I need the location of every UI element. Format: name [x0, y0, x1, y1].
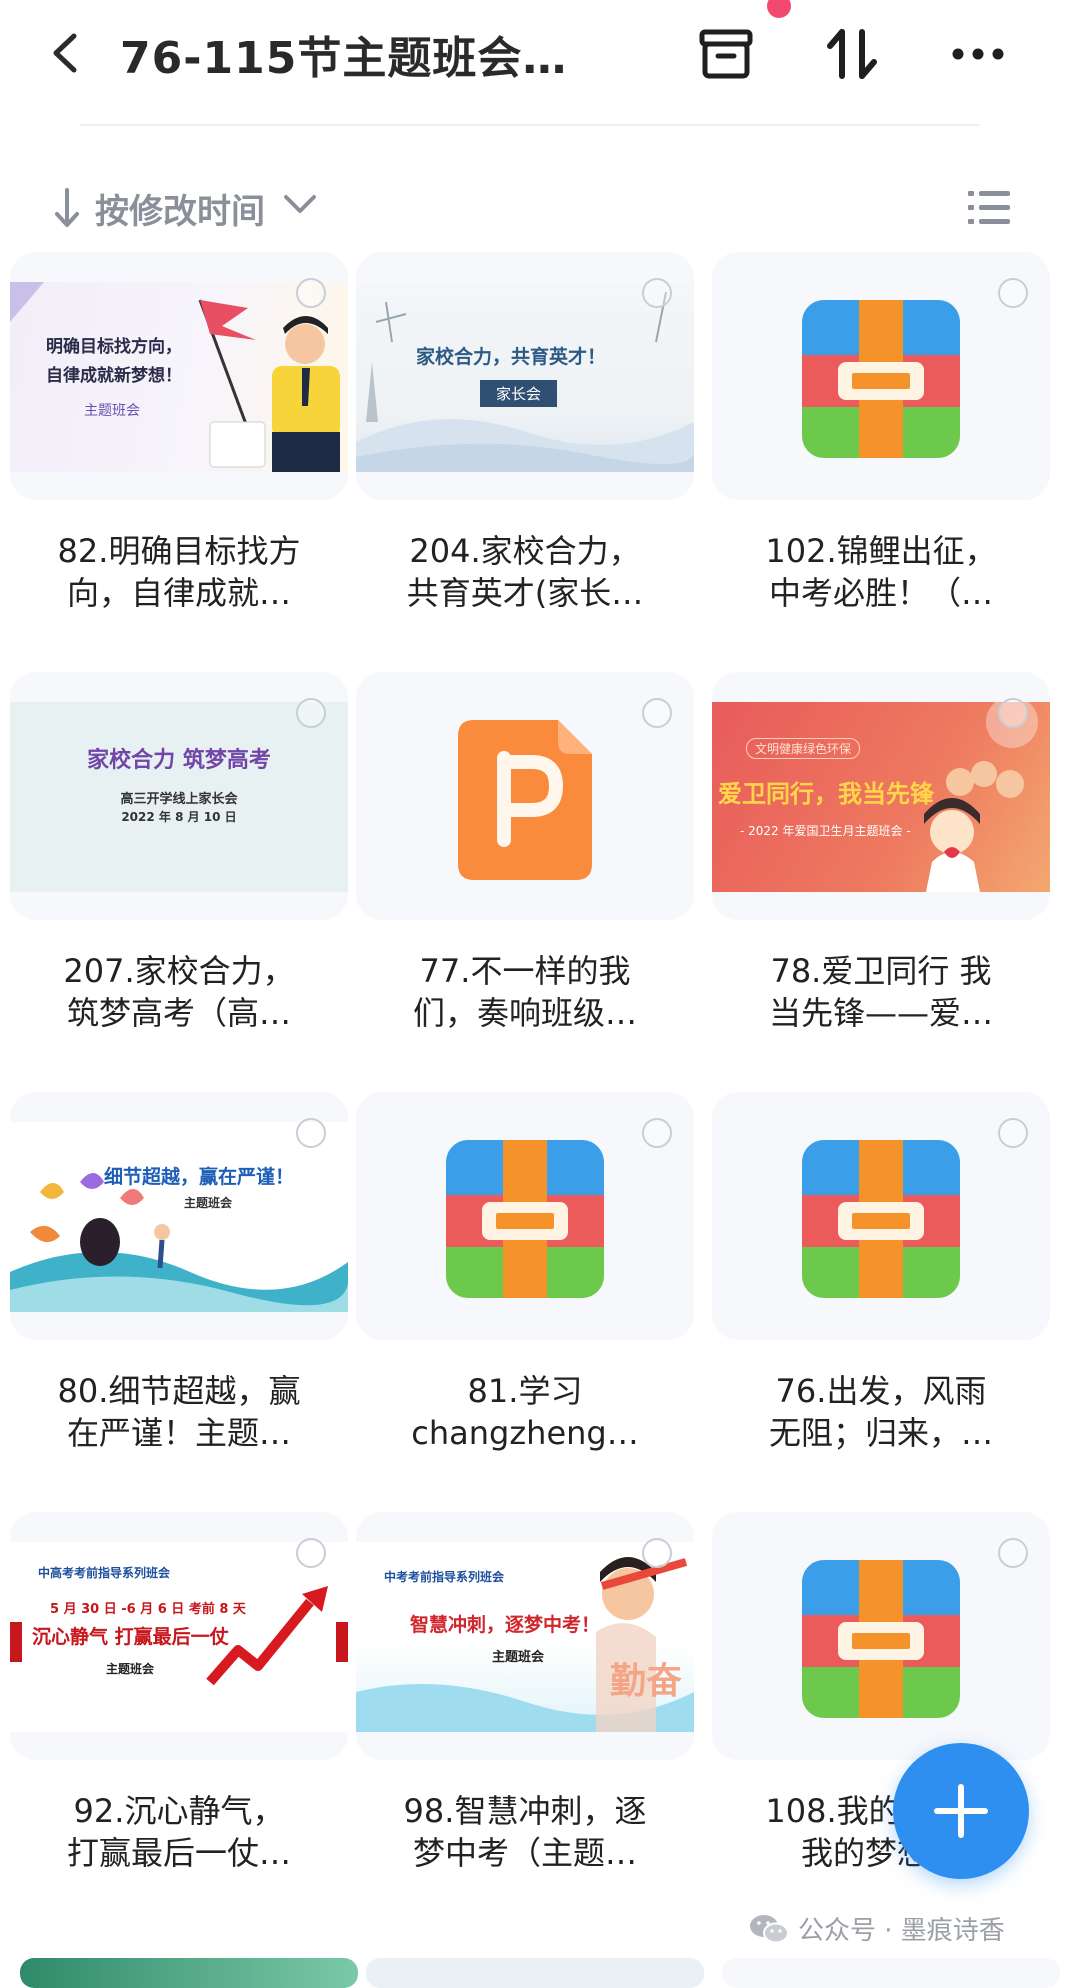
file-name: 207.家校合力， 筑梦高考（高…: [63, 952, 295, 1032]
select-checkbox[interactable]: [642, 698, 672, 728]
slide-subtitle: - 2022 年爱国卫生月主题班会 -: [740, 824, 911, 838]
file-thumbnail: 家校合力 筑梦高考 高三开学线上家长会 2022 年 8 月 10 日: [10, 672, 348, 920]
slide-calligraphy: 勤奋: [610, 1660, 683, 1702]
file-thumbnail: 家校合力，共育英才！ 家长会: [356, 252, 694, 500]
slide-date: 5 月 30 日 -6 月 6 日 考前 8 天: [50, 1602, 246, 1617]
sort-bar: 按修改时间: [0, 180, 1072, 240]
next-row-thumbnail: [20, 1958, 358, 1988]
file-thumbnail: 文明健康绿色环保 爱卫同行，我当先锋 - 2022 年爱国卫生月主题班会 -: [712, 672, 1050, 920]
chevron-down-icon: [284, 195, 316, 213]
list-view-button[interactable]: [966, 188, 1012, 228]
file-name: 102.锦鲤出征， 中考必胜！（…: [765, 532, 997, 612]
plus-icon: [934, 1784, 988, 1838]
file-name: 82.明确目标找方 向，自律成就…: [57, 532, 301, 612]
slide-subtitle: 家长会: [480, 380, 558, 407]
back-button[interactable]: [42, 28, 88, 78]
winter-landscape-illustration: [356, 291, 694, 472]
file-thumbnail: 中考考前指导系列班会 智慧冲刺，逐梦中考！ 主题班会 勤奋: [356, 1512, 694, 1760]
slide-subtitle: 主题班会: [106, 1662, 155, 1676]
slide-preview: 家校合力，共育英才！ 家长会: [356, 282, 694, 472]
slide-date: 2022 年 8 月 10 日: [121, 810, 237, 824]
archive-file-icon: [802, 1560, 960, 1718]
slide-tag: 中高考考前指导系列班会: [38, 1566, 171, 1580]
sort-toggle-button[interactable]: [822, 24, 882, 84]
slide-title: 家校合力，共育英才！: [416, 346, 607, 368]
slide-tag: 文明健康绿色环保: [746, 738, 861, 759]
file-name: 98.智慧冲刺，逐 梦中考（主题…: [403, 1792, 647, 1872]
slide-tag: 中考考前指导系列班会: [384, 1570, 505, 1584]
file-thumbnail: [712, 1092, 1050, 1340]
file-thumbnail: 明确目标找方向， 自律成就新梦想！ 主题班会: [10, 252, 348, 500]
select-checkbox[interactable]: [998, 278, 1028, 308]
archive-file-icon: [802, 300, 960, 458]
add-file-button[interactable]: [893, 1743, 1029, 1879]
select-checkbox[interactable]: [296, 1538, 326, 1568]
select-checkbox[interactable]: [296, 698, 326, 728]
next-row-thumbnail: [366, 1958, 704, 1988]
select-checkbox[interactable]: [642, 1538, 672, 1568]
slide-title: 沉心静气 打赢最后一仗: [32, 1626, 229, 1648]
slide-title: 家校合力 筑梦高考: [87, 748, 271, 773]
file-name: 78.爱卫同行 我 当先锋——爱…: [768, 952, 993, 1032]
header-divider: [80, 124, 980, 126]
file-thumbnail: [712, 1512, 1050, 1760]
select-checkbox[interactable]: [296, 1118, 326, 1148]
select-checkbox[interactable]: [998, 1118, 1028, 1148]
slide-subtitle: 主题班会: [84, 403, 140, 419]
more-button[interactable]: [948, 24, 1008, 84]
slide-title: 明确目标找方向，: [46, 337, 182, 357]
file-name: 80.细节超越，赢 在严谨！主题…: [57, 1372, 301, 1452]
file-thumbnail: [356, 1092, 694, 1340]
watermark-text: 公众号 · 墨痕诗香: [798, 1916, 1005, 1946]
select-checkbox[interactable]: [998, 1538, 1028, 1568]
slide-preview: 文明健康绿色环保 爱卫同行，我当先锋 - 2022 年爱国卫生月主题班会 -: [712, 702, 1050, 892]
page-title: 76-115节主题班会…: [120, 33, 568, 84]
wechat-icon: [750, 1914, 789, 1943]
file-name: 92.沉心静气， 打赢最后一仗…: [66, 1792, 291, 1872]
select-checkbox[interactable]: [998, 698, 1028, 728]
archive-file-icon: [446, 1140, 604, 1298]
archive-file-icon: [802, 1140, 960, 1298]
ppt-file-icon: [458, 720, 592, 880]
file-name: 204.家校合力， 共育英才(家长…: [406, 532, 644, 612]
slide-subtitle: 主题班会: [184, 1196, 233, 1210]
next-row-thumbnail: [722, 1958, 1060, 1988]
slide-subtitle: 主题班会: [492, 1650, 545, 1665]
archive-button[interactable]: [696, 24, 756, 84]
slide-preview: 中考考前指导系列班会 智慧冲刺，逐梦中考！ 主题班会 勤奋: [356, 1542, 694, 1732]
file-thumbnail: [712, 252, 1050, 500]
select-checkbox[interactable]: [296, 278, 326, 308]
sort-label: 按修改时间: [95, 192, 265, 232]
slide-title: 智慧冲刺，逐梦中考！: [410, 1614, 601, 1636]
slide-preview: 家校合力 筑梦高考 高三开学线上家长会 2022 年 8 月 10 日: [10, 702, 348, 892]
file-thumbnail: 中高考考前指导系列班会 5 月 30 日 -6 月 6 日 考前 8 天 沉心静…: [10, 1512, 348, 1760]
notification-dot: [767, 0, 791, 18]
slide-title: 自律成就新梦想！: [46, 366, 182, 386]
arrow-down-icon: [55, 188, 79, 227]
file-name: 76.出发，风雨 无阻；归来，…: [768, 1372, 993, 1452]
butterflies-wave-illustration: [10, 1173, 348, 1312]
file-name: 81.学习 changzheng…: [411, 1372, 639, 1452]
top-bar: 76-115节主题班会…: [0, 0, 1072, 126]
slide-title: 细节超越，赢在严谨！: [104, 1166, 295, 1188]
slide-subtitle: 高三开学线上家长会: [120, 792, 238, 807]
watermark: 公众号 · 墨痕诗香: [748, 1910, 1005, 1947]
file-name: 77.不一样的我 们，奏响班级…: [412, 952, 637, 1032]
select-checkbox[interactable]: [642, 1118, 672, 1148]
file-thumbnail: 细节超越，赢在严谨！ 主题班会: [10, 1092, 348, 1340]
select-checkbox[interactable]: [642, 278, 672, 308]
slide-preview: 细节超越，赢在严谨！ 主题班会: [10, 1122, 348, 1312]
slide-preview: 中高考考前指导系列班会 5 月 30 日 -6 月 6 日 考前 8 天 沉心静…: [10, 1542, 348, 1732]
file-thumbnail: [356, 672, 694, 920]
slide-preview: 明确目标找方向， 自律成就新梦想！ 主题班会: [10, 282, 348, 472]
slide-title: 爱卫同行，我当先锋: [718, 780, 934, 808]
